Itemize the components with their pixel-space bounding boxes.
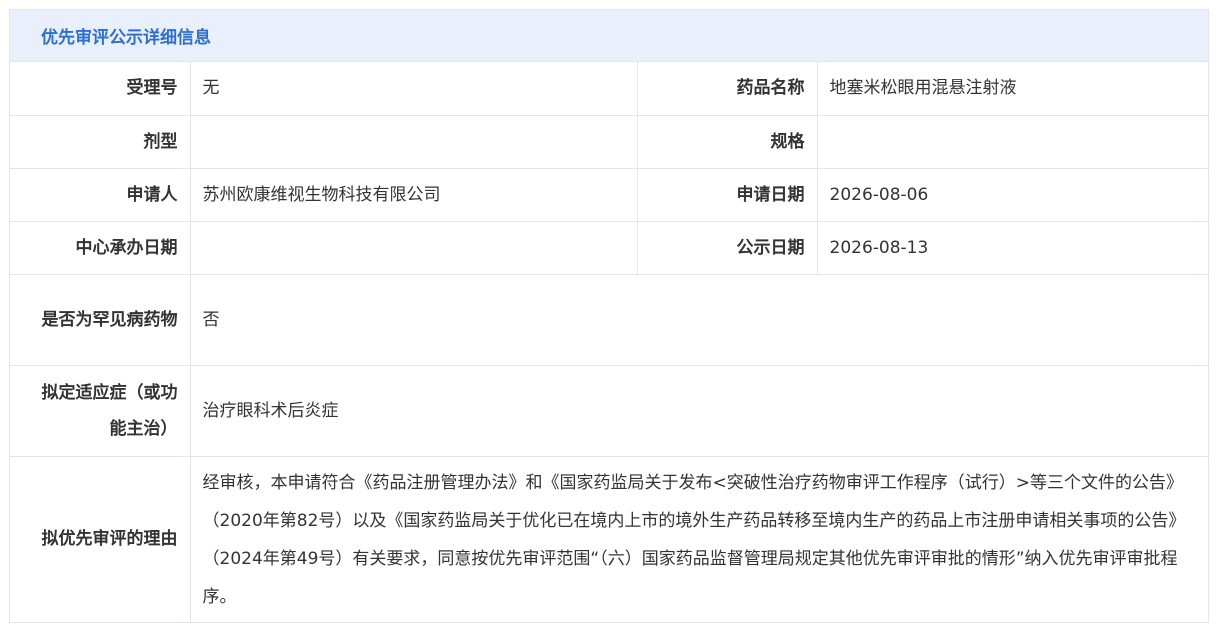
drug-name-label: 药品名称	[636, 62, 818, 116]
publication-date-label: 公示日期	[636, 220, 818, 275]
specification-label: 规格	[636, 114, 818, 169]
panel-title: 优先审评公示详细信息	[41, 28, 211, 48]
panel-header: 优先审评公示详细信息	[10, 10, 1208, 62]
application-date-label: 申请日期	[636, 167, 818, 222]
row-dates: 中心承办日期 公示日期 2026-08-13	[10, 220, 1210, 275]
row-applicant: 申请人 苏州欧康维视生物科技有限公司 申请日期 2026-08-06	[10, 167, 1210, 222]
dosage-form-value	[189, 114, 638, 169]
row-dosage: 剂型 规格	[10, 114, 1210, 169]
row-indication: 拟定适应症（或功能主治） 治疗眼科术后炎症	[10, 364, 1210, 457]
reason-label: 拟优先审评的理由	[10, 455, 191, 622]
row-rare-disease: 是否为罕见病药物 否	[10, 273, 1210, 366]
acceptance-no-label: 受理号	[10, 62, 191, 116]
rare-disease-value: 否	[189, 273, 1210, 366]
detail-panel: 优先审评公示详细信息 受理号 无 药品名称 地塞米松眼用混悬注射液 剂型 规格 …	[9, 9, 1210, 623]
row-acceptance: 受理号 无 药品名称 地塞米松眼用混悬注射液	[10, 62, 1210, 116]
indication-value: 治疗眼科术后炎症	[189, 364, 1210, 457]
applicant-label: 申请人	[10, 167, 191, 222]
center-date-value	[189, 220, 638, 275]
rare-disease-label: 是否为罕见病药物	[10, 273, 191, 366]
application-date-value: 2026-08-06	[816, 167, 1210, 222]
reason-value: 经审核，本申请符合《药品注册管理办法》和《国家药监局关于发布<突破性治疗药物审评…	[189, 455, 1210, 622]
row-reason: 拟优先审评的理由 经审核，本申请符合《药品注册管理办法》和《国家药监局关于发布<…	[10, 455, 1210, 622]
dosage-form-label: 剂型	[10, 114, 191, 169]
acceptance-no-value: 无	[189, 62, 638, 116]
drug-name-value: 地塞米松眼用混悬注射液	[816, 62, 1210, 116]
applicant-value: 苏州欧康维视生物科技有限公司	[189, 167, 638, 222]
publication-date-value: 2026-08-13	[816, 220, 1210, 275]
indication-label: 拟定适应症（或功能主治）	[10, 364, 191, 457]
center-date-label: 中心承办日期	[10, 220, 191, 275]
detail-table: 受理号 无 药品名称 地塞米松眼用混悬注射液 剂型 规格 申请人 苏州欧康维视生…	[10, 62, 1210, 622]
specification-value	[816, 114, 1210, 169]
